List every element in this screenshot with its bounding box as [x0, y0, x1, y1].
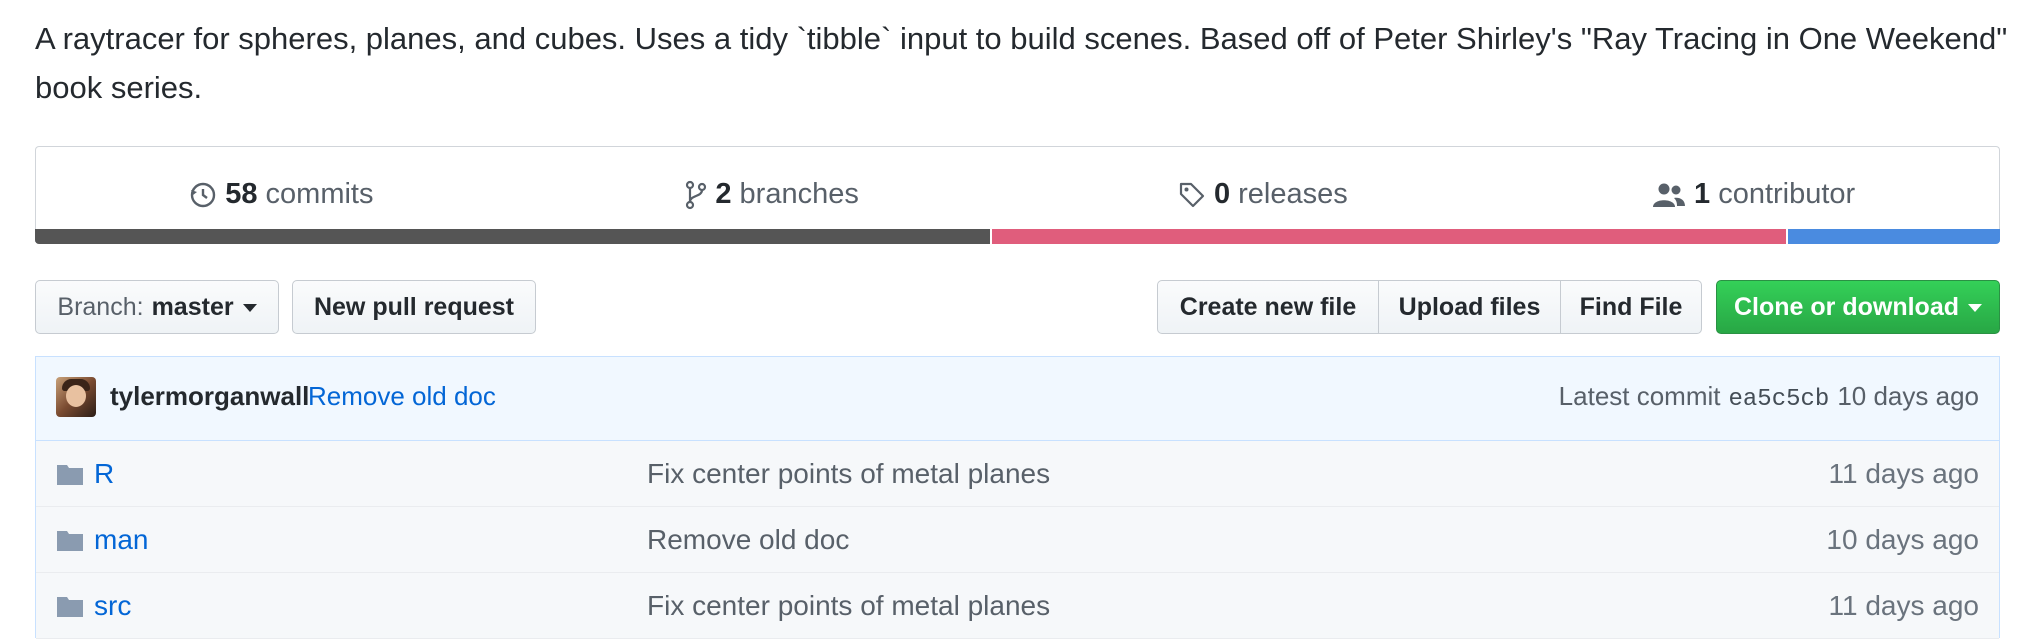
file-commit-age: 11 days ago: [1828, 590, 1980, 621]
file-commit-age: 11 days ago: [1828, 458, 1980, 489]
repo-summary: 58 commits 2 branches 0 releases 1 contr…: [35, 146, 2000, 242]
commits-label: commits: [265, 178, 374, 210]
folder-icon: [56, 461, 84, 493]
branches-link[interactable]: 2 branches: [527, 147, 1018, 242]
file-name-link[interactable]: man: [94, 524, 148, 556]
commit-author-link[interactable]: tylermorganwall: [110, 381, 309, 412]
releases-link[interactable]: 0 releases: [1018, 147, 1509, 242]
branch-prefix: Branch:: [57, 292, 144, 321]
latest-commit-age: 10 days ago: [1837, 381, 1979, 411]
contributors-link[interactable]: 1 contributor: [1508, 147, 1999, 242]
clone-or-download-button[interactable]: Clone or download: [1716, 280, 2000, 334]
commit-message-link[interactable]: Remove old doc: [308, 381, 496, 412]
tag-icon: [1178, 181, 1206, 209]
latest-commit-info: Latest commit ea5c5cb 10 days ago: [1559, 381, 1979, 413]
file-name-link[interactable]: src: [94, 590, 131, 622]
branch-name: master: [151, 292, 234, 321]
releases-count: 0: [1213, 178, 1231, 210]
find-file-button[interactable]: Find File: [1560, 280, 1702, 334]
history-icon: [189, 181, 217, 209]
caret-down-icon: [242, 304, 257, 312]
branch-select-button[interactable]: Branch: master: [35, 280, 279, 334]
clone-label: Clone or download: [1734, 292, 1959, 321]
contributors-label: contributor: [1718, 178, 1856, 210]
people-icon: [1652, 182, 1686, 208]
avatar[interactable]: [56, 377, 96, 417]
file-row: src Fix center points of metal planes 11 d…: [36, 573, 1999, 639]
repo-description: A raytracer for spheres, planes, and cub…: [35, 21, 2008, 105]
commits-link[interactable]: 58 commits: [36, 147, 527, 242]
contributors-count: 1: [1694, 178, 1711, 210]
file-commit-age: 10 days ago: [1826, 524, 1979, 555]
branch-icon: [685, 180, 707, 210]
file-table: tylermorganwall Remove old doc Latest co…: [35, 356, 2000, 639]
latest-commit-bar: tylermorganwall Remove old doc Latest co…: [36, 357, 1999, 441]
folder-icon: [56, 527, 84, 559]
commit-sha-link[interactable]: ea5c5cb: [1729, 386, 1830, 413]
language-bar[interactable]: [35, 229, 2000, 244]
file-commit-message-link[interactable]: Fix center points of metal planes: [647, 458, 1050, 490]
file-commit-message-link[interactable]: Remove old doc: [647, 524, 849, 556]
language-segment[interactable]: [35, 229, 991, 244]
language-segment[interactable]: [1786, 229, 2000, 244]
file-commit-message-link[interactable]: Fix center points of metal planes: [647, 590, 1050, 622]
file-row: man Remove old doc 10 days ago: [36, 507, 1999, 573]
commits-count: 58: [225, 178, 258, 210]
new-pull-request-button[interactable]: New pull request: [292, 280, 536, 334]
file-row: R Fix center points of metal planes 11 day…: [36, 441, 1999, 507]
branches-count: 2: [715, 178, 732, 210]
create-new-file-button[interactable]: Create new file: [1157, 280, 1379, 334]
latest-commit-prefix: Latest commit: [1558, 381, 1721, 411]
language-segment[interactable]: [990, 229, 1787, 244]
file-name-link[interactable]: R: [94, 458, 114, 490]
folder-icon: [56, 593, 84, 625]
caret-down-icon: [1968, 304, 1982, 312]
releases-label: releases: [1238, 178, 1348, 210]
upload-files-button[interactable]: Upload files: [1378, 280, 1561, 334]
branches-label: branches: [739, 178, 859, 210]
